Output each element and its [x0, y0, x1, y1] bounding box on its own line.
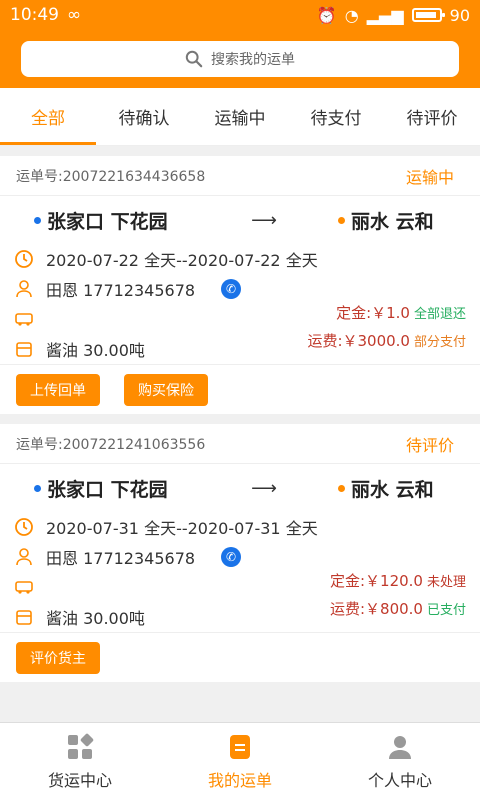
- signal-icon: ▂▄▆: [366, 5, 404, 25]
- freight: 运费:￥3000.0 部分支付: [307, 330, 466, 351]
- order-card[interactable]: 运单号:2007221241063556 待评价 张家口 下花园 ⟶ 丽水 云和…: [0, 424, 480, 682]
- nav-freight-center[interactable]: 货运中心: [0, 723, 160, 800]
- battery-level: 90: [449, 5, 470, 25]
- route: 张家口 下花园 ⟶ 丽水 云和: [0, 196, 480, 244]
- grid-icon: [68, 733, 94, 759]
- phone-icon[interactable]: ✆: [221, 547, 242, 567]
- destination: 丽水 云和: [338, 475, 434, 502]
- arrow-right-icon: ⟶: [251, 477, 277, 499]
- contact-row: 田恩 17712345678 ✆: [0, 542, 480, 572]
- search-placeholder: 搜索我的运单: [211, 52, 295, 68]
- deposit-amount: 定金:￥120.0: [329, 572, 423, 590]
- search-input[interactable]: 搜索我的运单: [21, 41, 459, 77]
- box-icon: [16, 342, 32, 357]
- origin-dot-icon: [34, 484, 41, 492]
- deposit-status: 未处理: [426, 575, 466, 590]
- contact-row: 田恩 17712345678 ✆: [0, 274, 480, 304]
- search-icon: [185, 50, 203, 68]
- card-header: 运单号:2007221634436658 运输中: [0, 156, 480, 196]
- waybill-number: 运单号:2007221634436658: [16, 168, 206, 185]
- freight-status: 已支付: [426, 603, 466, 618]
- truck-icon: [15, 313, 33, 326]
- freight-amount: 运费:￥800.0: [329, 600, 423, 618]
- cargo-row: 酱油 30.00吨 运费:￥3000.0 部分支付: [0, 332, 480, 364]
- battery-icon: [411, 8, 445, 22]
- origin-label: 张家口 下花园: [47, 210, 168, 233]
- origin: 张家口 下花园: [34, 475, 224, 502]
- person-icon: [16, 548, 32, 566]
- bottom-nav: 货运中心 我的运单 个人中心: [0, 722, 480, 800]
- date-range: 2020-07-22 全天--2020-07-22 全天: [46, 251, 318, 270]
- wifi-icon: ◔: [344, 5, 359, 25]
- nav-label: 个人中心: [367, 770, 432, 790]
- card-header: 运单号:2007221241063556 待评价: [0, 424, 480, 464]
- deposit-status: 全部退还: [413, 307, 466, 322]
- cargo-info: 酱油 30.00吨: [46, 341, 145, 360]
- freight: 运费:￥800.0 已支付: [330, 598, 466, 619]
- status-badge: 运输中: [405, 167, 454, 187]
- contact-info: 田恩 17712345678: [46, 549, 196, 568]
- destination-dot-icon: [338, 216, 345, 224]
- deposit: 定金:￥1.0 全部退还: [336, 302, 466, 323]
- clock-icon: [15, 250, 33, 268]
- destination: 丽水 云和: [338, 207, 434, 234]
- tab-pending-review[interactable]: 待评价: [384, 88, 480, 145]
- infinity-icon: ∞: [67, 5, 82, 25]
- box-icon: [16, 610, 32, 625]
- nav-label: 货运中心: [47, 770, 112, 790]
- date-row: 2020-07-31 全天--2020-07-31 全天: [0, 512, 480, 542]
- deposit-amount: 定金:￥1.0: [336, 304, 410, 322]
- alarm-icon: ⏰: [316, 5, 337, 25]
- list-icon: [230, 734, 250, 759]
- tab-pending-confirm[interactable]: 待确认: [96, 88, 192, 145]
- order-list: 运单号:2007221634436658 运输中 张家口 下花园 ⟶ 丽水 云和…: [0, 156, 480, 692]
- rate-shipper-button[interactable]: 评价货主: [16, 641, 100, 674]
- tab-in-transit[interactable]: 运输中: [192, 88, 288, 145]
- nav-my-orders[interactable]: 我的运单: [160, 723, 320, 800]
- status-bar: 10:49 ∞ ⏰ ◔ ▂▄▆ 90: [0, 0, 480, 30]
- origin-label: 张家口 下花园: [47, 478, 168, 501]
- truck-icon: [15, 581, 33, 594]
- status-badge: 待评价: [405, 435, 454, 455]
- clock-icon: [15, 518, 33, 536]
- buy-insurance-button[interactable]: 购买保险: [124, 373, 208, 406]
- origin: 张家口 下花园: [34, 207, 224, 234]
- contact-info: 田恩 17712345678: [46, 281, 196, 300]
- date-range: 2020-07-31 全天--2020-07-31 全天: [46, 519, 318, 538]
- tab-pending-payment[interactable]: 待支付: [288, 88, 384, 145]
- order-tabs: 全部 待确认 运输中 待支付 待评价: [0, 88, 480, 146]
- card-actions: 评价货主: [0, 632, 480, 682]
- arrow-right-icon: ⟶: [251, 209, 277, 231]
- tab-all[interactable]: 全部: [0, 88, 96, 145]
- card-actions: 上传回单 购买保险: [0, 364, 480, 414]
- route: 张家口 下花园 ⟶ 丽水 云和: [0, 464, 480, 512]
- upload-receipt-button[interactable]: 上传回单: [16, 373, 100, 406]
- nav-label: 我的运单: [207, 770, 272, 790]
- clock: 10:49: [10, 5, 59, 25]
- destination-label: 丽水 云和: [351, 210, 434, 233]
- destination-label: 丽水 云和: [351, 478, 434, 501]
- search-header: 搜索我的运单: [0, 30, 480, 88]
- waybill-number: 运单号:2007221241063556: [16, 436, 206, 453]
- phone-icon[interactable]: ✆: [221, 279, 242, 299]
- cargo-row: 酱油 30.00吨 运费:￥800.0 已支付: [0, 600, 480, 632]
- freight-amount: 运费:￥3000.0: [307, 332, 410, 350]
- origin-dot-icon: [34, 216, 41, 224]
- nav-profile[interactable]: 个人中心: [320, 723, 480, 800]
- person-icon: [16, 280, 32, 298]
- user-icon: [389, 735, 411, 759]
- date-row: 2020-07-22 全天--2020-07-22 全天: [0, 244, 480, 274]
- destination-dot-icon: [338, 484, 345, 492]
- deposit: 定金:￥120.0 未处理: [330, 570, 466, 591]
- freight-status: 部分支付: [413, 335, 466, 350]
- order-card[interactable]: 运单号:2007221634436658 运输中 张家口 下花园 ⟶ 丽水 云和…: [0, 156, 480, 414]
- cargo-info: 酱油 30.00吨: [46, 609, 145, 628]
